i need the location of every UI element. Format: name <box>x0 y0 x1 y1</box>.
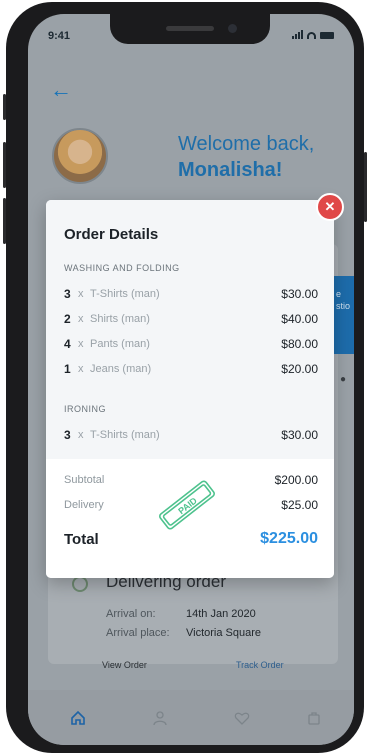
delivery-value: $25.00 <box>281 498 318 512</box>
bottom-nav <box>28 690 354 745</box>
heart-icon[interactable] <box>234 710 250 726</box>
view-order-button[interactable]: View Order <box>102 660 147 670</box>
item-name: Jeans (man) <box>90 363 152 375</box>
bag-icon[interactable] <box>306 710 322 726</box>
section-title: WASHING AND FOLDING <box>64 263 180 273</box>
arrival-on-label: Arrival on: <box>106 608 156 620</box>
avatar[interactable] <box>52 128 108 184</box>
item-multiplier: x <box>78 288 84 300</box>
item-price: $30.00 <box>281 287 318 301</box>
item-price: $80.00 <box>281 337 318 351</box>
close-icon[interactable]: ✕ <box>316 193 344 221</box>
front-camera <box>228 24 237 33</box>
item-multiplier: x <box>78 338 84 350</box>
item-price: $40.00 <box>281 312 318 326</box>
wifi-icon <box>307 32 316 39</box>
user-icon[interactable] <box>152 710 168 726</box>
item-qty: 2 <box>64 312 71 326</box>
subtotal-label: Subtotal <box>64 474 105 486</box>
battery-icon <box>320 32 334 39</box>
total-value: $225.00 <box>260 530 318 547</box>
status-time: 9:41 <box>48 30 71 42</box>
item-multiplier: x <box>78 313 84 325</box>
item-name: Pants (man) <box>90 338 150 350</box>
item-price: $30.00 <box>281 428 318 442</box>
signal-icon <box>292 30 303 39</box>
item-qty: 3 <box>64 287 71 301</box>
notch <box>110 14 270 44</box>
modal-title: Order Details <box>64 226 159 243</box>
paid-stamp-icon: PAID <box>159 480 215 530</box>
volume-up-button <box>3 142 6 188</box>
background-dot: ● <box>340 374 347 385</box>
track-order-button[interactable]: Track Order <box>236 660 284 670</box>
status-icons <box>292 30 334 39</box>
volume-down-button <box>3 198 6 244</box>
user-name: Monalisha! <box>178 159 283 181</box>
item-qty: 4 <box>64 337 71 351</box>
item-name: T-Shirts (man) <box>90 429 160 441</box>
subtotal-value: $200.00 <box>274 473 318 487</box>
section-title: IRONING <box>64 404 107 414</box>
item-name: Shirts (man) <box>90 313 150 325</box>
home-icon[interactable] <box>70 710 86 726</box>
speaker <box>166 26 214 31</box>
item-qty: 3 <box>64 428 71 442</box>
item-name: T-Shirts (man) <box>90 288 160 300</box>
delivery-label: Delivery <box>64 499 104 511</box>
item-qty: 1 <box>64 362 71 376</box>
arrival-on-value: 14th Jan 2020 <box>186 608 256 620</box>
item-multiplier: x <box>78 363 84 375</box>
arrival-place-value: Victoria Square <box>186 627 262 639</box>
back-arrow-icon[interactable]: ← <box>50 79 72 101</box>
welcome-text: Welcome back, <box>178 133 315 155</box>
background-action-panel: e stio <box>334 276 354 354</box>
mute-switch <box>3 94 6 120</box>
arrival-place-label: Arrival place: <box>106 627 170 639</box>
total-label: Total <box>64 531 99 548</box>
delivering-status-icon <box>72 576 88 592</box>
item-multiplier: x <box>78 429 84 441</box>
item-price: $20.00 <box>281 362 318 376</box>
power-button <box>364 152 367 222</box>
